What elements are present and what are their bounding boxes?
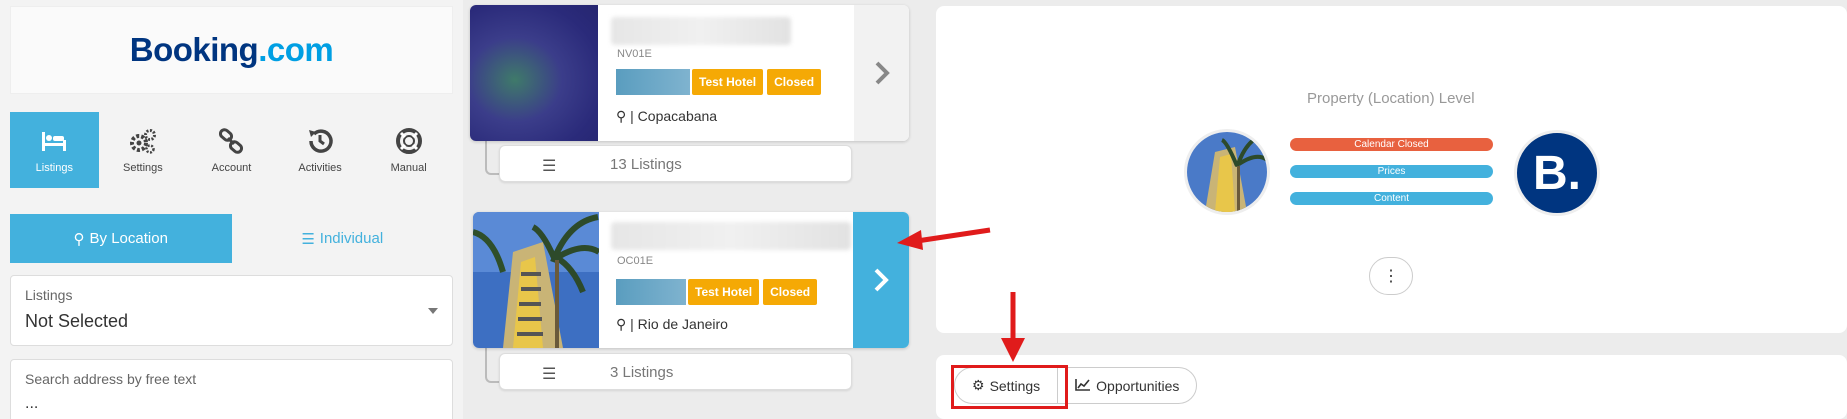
redacted-chip [616,69,690,95]
tab-opportunities[interactable]: Opportunities [1057,368,1196,403]
lifebuoy-icon [395,128,422,154]
map-marker-icon: ⚲ [73,230,85,248]
booking-channel-logo: B. [1514,130,1600,216]
property-level-panel: Property (Location) Level Calendar Close… [936,6,1847,333]
booking-logo: Booking.com [129,31,334,68]
list-icon: ☰ [542,366,557,383]
nav-label: Manual [390,162,427,174]
property-thumbnail [473,212,601,348]
address-search-label: Search address by free text [25,371,197,387]
badge-row: Test Hotel Closed [616,279,821,305]
nav-label: Settings [123,162,163,174]
test-hotel-badge: Test Hotel [692,69,764,95]
property-card[interactable]: NV01E Test Hotel Closed ⚲ | Copacabana [470,5,909,141]
listings-select-label: Listings [25,287,73,303]
bottom-tabs-bar: ⚙ Settings Opportunities [936,355,1847,419]
listings-count-bar[interactable]: ☰ 13 Listings [499,145,852,182]
individual-label: Individual [319,230,384,247]
listings-select-value: Not Selected [25,311,129,331]
caret-down-icon [428,308,438,314]
address-search-value: ... [25,395,39,412]
property-location: ⚲ | Rio de Janeiro [616,316,728,333]
content-pill: Content [1290,192,1493,205]
property-code: NV01E [617,48,652,60]
annotation-arrow-left [897,227,991,250]
nav-item-account[interactable]: Account [187,112,276,188]
location-text: | Rio de Janeiro [630,316,728,332]
by-location-label: By Location [89,230,168,247]
property-card[interactable]: OC01E Test Hotel Closed ⚲ | Rio de Janei… [473,212,909,348]
link-icon [219,128,244,154]
gears-icon [129,129,156,154]
nav-label: Activities [298,162,342,174]
property-name-redacted [611,222,851,250]
calendar-closed-pill: Calendar Closed [1290,138,1493,151]
history-icon [309,129,333,153]
nav-item-settings[interactable]: Settings [99,112,188,188]
list-icon: ☰ [301,230,315,248]
settings-highlight-box [951,365,1068,409]
line-chart-icon [1075,378,1091,394]
left-sidebar: Booking.com Listings Settings Account Ac… [0,0,463,419]
property-photo [1184,129,1270,215]
nav-label: Listings [35,162,73,174]
badge-row: Test Hotel Closed [616,69,825,95]
annotation-arrow-down [1001,292,1025,362]
test-hotel-badge: Test Hotel [688,279,760,305]
closed-badge: Closed [767,69,822,95]
property-location: ⚲ | Copacabana [616,108,717,125]
chevron-right-icon [874,268,889,292]
listings-count: 13 Listings [610,156,682,173]
view-toggle: ⚲ By Location ☰ Individual [10,214,453,263]
by-location-button[interactable]: ⚲ By Location [10,214,232,263]
property-code: OC01E [617,255,654,267]
prices-pill: Prices [1290,165,1493,178]
property-name-redacted [611,17,791,45]
map-marker-icon: ⚲ [616,316,627,332]
address-search-field[interactable]: Search address by free text ... [10,359,453,419]
map-marker-icon: ⚲ [616,108,627,124]
listings-count-bar[interactable]: ☰ 3 Listings [499,353,852,390]
logo-container: Booking.com [10,6,453,94]
closed-badge: Closed [763,279,818,305]
listings-select[interactable]: Listings Not Selected [10,275,453,346]
nav-label: Account [211,162,252,174]
more-options-button[interactable]: ⋮ [1369,257,1413,295]
individual-button[interactable]: ☰ Individual [231,214,453,263]
property-thumbnail [470,5,598,141]
chevron-right-icon [875,61,890,85]
nav-item-activities[interactable]: Activities [276,112,365,188]
listings-count: 3 Listings [610,364,674,381]
location-text: | Copacabana [630,108,718,124]
expand-card-button[interactable] [854,5,909,141]
nav-item-listings[interactable]: Listings [10,112,99,188]
tab-opportunities-label: Opportunities [1096,377,1180,394]
redacted-chip [616,279,686,305]
nav-item-manual[interactable]: Manual [364,112,453,188]
vertical-ellipsis-icon: ⋮ [1383,268,1399,285]
main-nav: Listings Settings Account Activities Man… [10,112,453,188]
bed-icon [42,132,67,151]
list-icon: ☰ [542,158,557,175]
